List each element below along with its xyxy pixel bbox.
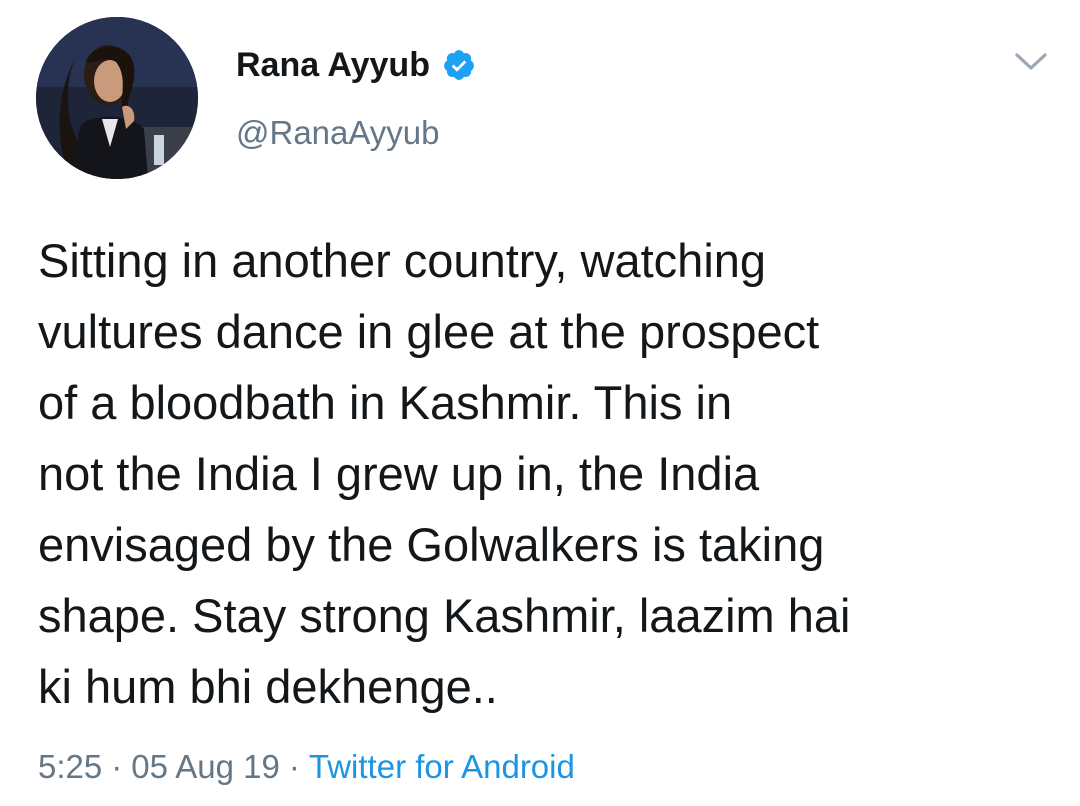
tweet-date[interactable]: 05 Aug 19 (131, 748, 280, 786)
author-name-row[interactable]: Rana Ayyub (236, 42, 476, 88)
avatar-image (36, 17, 198, 179)
tweet-time[interactable]: 5:25 (38, 748, 102, 786)
chevron-down-icon[interactable] (1012, 46, 1050, 76)
tweet-card: Rana Ayyub @RanaAyyub Sitting in another… (0, 0, 1080, 806)
verified-badge-icon (442, 48, 476, 82)
tweet-source-link[interactable]: Twitter for Android (309, 748, 575, 786)
tweet-text: Sitting in another country, watching vul… (38, 234, 851, 713)
tweet-metadata: 5:25 · 05 Aug 19 · Twitter for Android (38, 748, 575, 786)
user-handle[interactable]: @RanaAyyub (236, 114, 440, 152)
meta-separator: · (288, 748, 300, 785)
meta-separator: · (111, 748, 123, 785)
avatar[interactable] (36, 17, 198, 179)
display-name[interactable]: Rana Ayyub (236, 46, 430, 85)
